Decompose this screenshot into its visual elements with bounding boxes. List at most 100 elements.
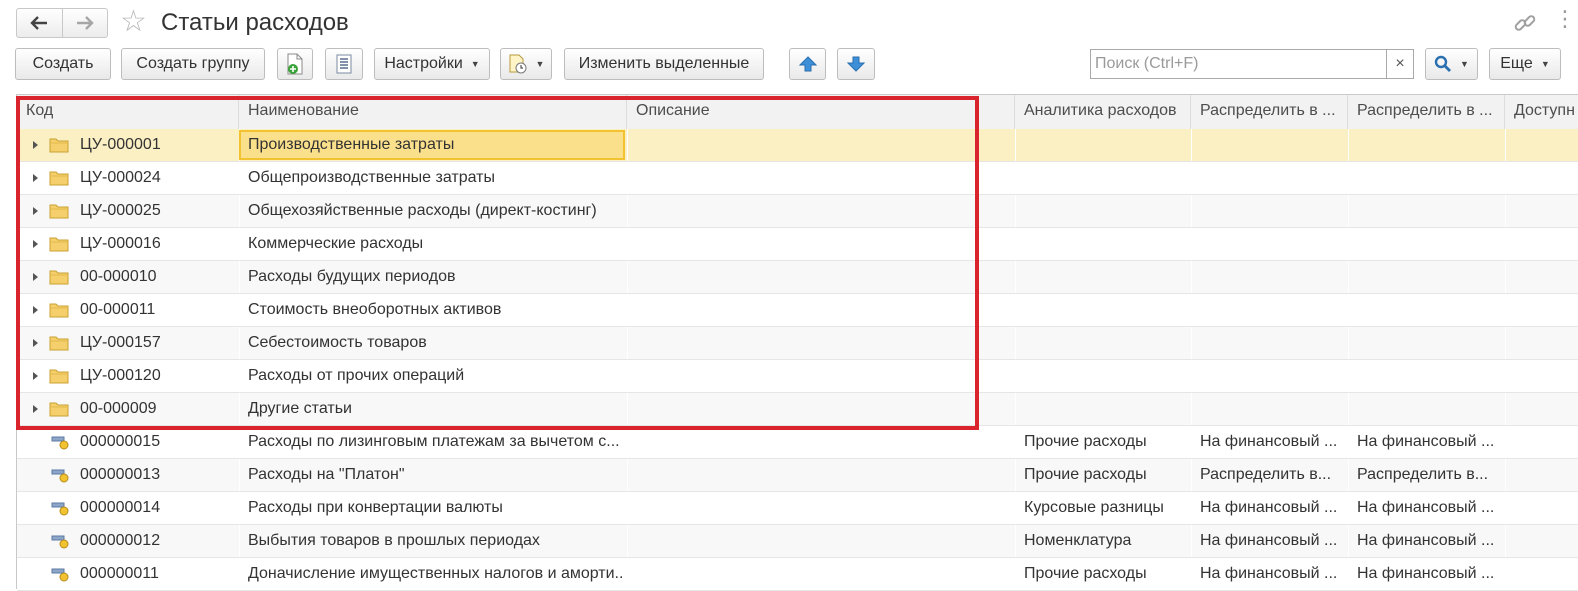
column-divider [1505, 294, 1506, 326]
column-divider [1191, 393, 1192, 425]
move-down-button[interactable] [837, 48, 875, 80]
column-divider [1348, 228, 1349, 260]
cell-code: 000000014 [80, 499, 161, 516]
table-row-group[interactable]: 00-000009 Другие статьи [17, 393, 1578, 426]
table-row[interactable]: 000000013 Расходы на "Платон" Прочие расхо… [17, 459, 1578, 492]
search-clear-button[interactable]: × [1386, 50, 1413, 78]
column-divider [1015, 525, 1016, 557]
folder-icon [49, 171, 69, 186]
cell-distribute-1 [1200, 162, 1345, 194]
cell-name: Производственные затраты [248, 136, 455, 153]
cell-analytics [1024, 129, 1189, 161]
copy-button[interactable] [277, 48, 313, 80]
table-row-group[interactable]: ЦУ-000024 Общепроизводственные затраты [17, 162, 1578, 195]
table-row-group[interactable]: ЦУ-000001 Производственные затраты [17, 129, 1578, 162]
column-divider [1015, 294, 1016, 326]
create-group-button[interactable]: Создать группу [121, 48, 265, 80]
cell-description [636, 492, 1006, 524]
cell-distribute-2 [1357, 129, 1502, 161]
cell-name: Себестоимость товаров [248, 334, 427, 351]
table-row[interactable]: 000000011 Доначисление имущественных нало… [17, 558, 1578, 591]
cell-analytics: Прочие расходы [1024, 565, 1147, 582]
move-up-button[interactable] [789, 48, 826, 80]
cell-description [636, 558, 1006, 590]
cell-name: Расходы при конвертации валюты [248, 499, 503, 516]
expand-triangle-icon[interactable] [33, 141, 38, 149]
close-icon: × [1395, 55, 1405, 72]
column-header-analytics[interactable]: Аналитика расходов [1015, 95, 1191, 129]
cell-code: ЦУ-000120 [80, 367, 161, 384]
expand-triangle-icon[interactable] [33, 273, 38, 281]
settings-dropdown[interactable]: Настройки ▼ [374, 48, 490, 80]
expand-triangle-icon[interactable] [33, 174, 38, 182]
column-divider [1505, 327, 1506, 359]
cell-description [636, 261, 1006, 293]
expand-triangle-icon[interactable] [33, 207, 38, 215]
forward-button[interactable] [61, 9, 108, 37]
report-dropdown[interactable]: ▼ [500, 48, 552, 80]
cell-description [636, 525, 1006, 557]
column-divider [1191, 129, 1192, 161]
create-button-label: Создать [32, 55, 94, 72]
command-bar: Создать Создать группу Настройки ▼ ▼ Изме… [0, 48, 1578, 84]
table-row-group[interactable]: ЦУ-000016 Коммерческие расходы [17, 228, 1578, 261]
cell-code: ЦУ-000001 [80, 136, 161, 153]
create-button[interactable]: Создать [15, 48, 111, 80]
cell-name: Расходы от прочих операций [248, 367, 465, 384]
column-divider [239, 558, 240, 590]
page-title: Статьи расходов [161, 9, 349, 36]
column-header-description[interactable]: Описание [627, 95, 1015, 129]
expand-triangle-icon[interactable] [33, 306, 38, 314]
cell-distribute-2 [1357, 162, 1502, 194]
column-divider [1348, 195, 1349, 227]
column-divider [627, 426, 628, 458]
column-divider [1348, 426, 1349, 458]
column-divider [1348, 129, 1349, 161]
cell-distribute-1: На финансовый ... [1200, 565, 1338, 582]
table-row-group[interactable]: ЦУ-000120 Расходы от прочих операций [17, 360, 1578, 393]
column-divider [1505, 492, 1506, 524]
table-row-group[interactable]: 00-000011 Стоимость внеоборотных активов [17, 294, 1578, 327]
chevron-down-icon: ▼ [535, 59, 545, 69]
cell-distribute-2 [1357, 327, 1502, 359]
column-divider [1015, 195, 1016, 227]
cell-code: 000000013 [80, 466, 161, 483]
table-row-group[interactable]: ЦУ-000025 Общехозяйственные расходы (дире… [17, 195, 1578, 228]
cell-analytics [1024, 294, 1189, 326]
table-row[interactable]: 000000012 Выбытия товаров в прошлых перио… [17, 525, 1578, 558]
column-header-available[interactable]: Доступн [1505, 95, 1578, 129]
cell-name: Расходы будущих периодов [248, 268, 456, 285]
column-header-code[interactable]: Код [17, 95, 239, 129]
table-row-group[interactable]: ЦУ-000157 Себестоимость товаров [17, 327, 1578, 360]
cell-distribute-2: На финансовый ... [1357, 433, 1495, 450]
column-divider [1015, 327, 1016, 359]
table-row-group[interactable]: 00-000010 Расходы будущих периодов [17, 261, 1578, 294]
column-divider [627, 327, 628, 359]
table-row[interactable]: 000000014 Расходы при конвертации валюты К… [17, 492, 1578, 525]
list-view-button[interactable] [325, 48, 363, 80]
more-vertical-icon[interactable]: ⋮ [1554, 6, 1576, 32]
column-divider [627, 459, 628, 491]
expand-triangle-icon[interactable] [33, 372, 38, 380]
search-input[interactable] [1091, 50, 1386, 78]
search-options-dropdown[interactable]: ▼ [1425, 48, 1478, 80]
column-divider [1505, 459, 1506, 491]
link-icon[interactable] [1512, 10, 1538, 36]
favorite-star-icon[interactable]: ☆ [120, 6, 147, 38]
cell-name: Выбытия товаров в прошлых периодах [248, 532, 540, 549]
cell-code: 000000011 [80, 565, 159, 582]
column-header-distribute-1[interactable]: Распределить в ... [1191, 95, 1348, 129]
table-row[interactable]: 000000015 Расходы по лизинговым платежам … [17, 426, 1578, 459]
expand-triangle-icon[interactable] [33, 339, 38, 347]
column-divider [627, 162, 628, 194]
column-header-distribute-2[interactable]: Распределить в ... [1348, 95, 1505, 129]
arrow-down-icon [847, 56, 865, 72]
expand-triangle-icon[interactable] [33, 405, 38, 413]
expand-triangle-icon[interactable] [33, 240, 38, 248]
column-header-name[interactable]: Наименование [239, 95, 627, 129]
cell-distribute-1 [1200, 228, 1345, 260]
column-divider [1348, 261, 1349, 293]
change-selected-button[interactable]: Изменить выделенные [564, 48, 764, 80]
back-button[interactable] [17, 9, 62, 37]
more-dropdown[interactable]: Еще ▼ [1489, 48, 1561, 80]
